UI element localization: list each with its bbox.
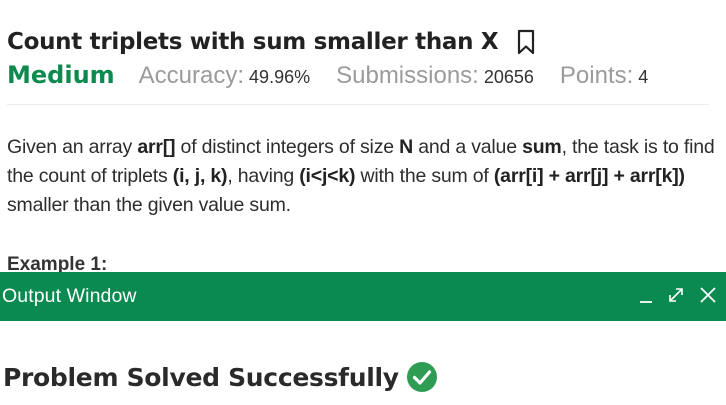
desc-text: , having [227, 165, 300, 187]
accuracy-label: Accuracy: [138, 62, 245, 89]
desc-text: Given an array [7, 136, 138, 158]
desc-text: and a value [413, 136, 523, 158]
accuracy-value: 49.96% [249, 67, 311, 87]
problem-header: Count triplets with sum smaller than X M… [7, 24, 726, 95]
points-value: 4 [638, 67, 649, 87]
title-row: Count triplets with sum smaller than X [7, 24, 726, 60]
header-divider [7, 104, 709, 105]
window-controls [626, 285, 718, 305]
desc-bold: (arr[i] + arr[j] + arr[k]) [493, 165, 685, 187]
minimize-icon[interactable] [638, 285, 654, 305]
problem-description: Given an array arr[] of distinct integer… [7, 133, 719, 220]
desc-bold: arr[] [137, 136, 176, 158]
difficulty-badge: Medium [7, 61, 115, 89]
expand-icon[interactable] [666, 285, 686, 305]
problem-title: Count triplets with sum smaller than X [7, 29, 499, 55]
result-row: Problem Solved Successfully [3, 361, 438, 393]
problem-meta: Medium Accuracy: 49.96% Submissions: 206… [7, 61, 726, 95]
desc-bold: N [399, 136, 413, 158]
bookmark-icon[interactable] [516, 29, 536, 55]
result-message: Problem Solved Successfully [3, 362, 399, 392]
desc-bold: (i, j, k) [172, 165, 228, 187]
desc-text: of distinct integers of size [175, 136, 400, 158]
check-circle-icon [406, 361, 438, 393]
output-window-body: Problem Solved Successfully [0, 321, 726, 405]
close-icon[interactable] [698, 285, 718, 305]
desc-bold: (i<j<k) [299, 165, 356, 187]
points-label: Points: [559, 62, 634, 89]
output-window-title: Output Window [2, 285, 137, 307]
submissions-label: Submissions: [336, 62, 479, 89]
output-window-header[interactable]: Output Window [0, 272, 726, 321]
desc-bold: sum [522, 136, 562, 158]
desc-text: with the sum of [355, 165, 494, 187]
submissions-value: 20656 [483, 67, 534, 87]
desc-text: smaller than the given value sum. [7, 194, 291, 216]
